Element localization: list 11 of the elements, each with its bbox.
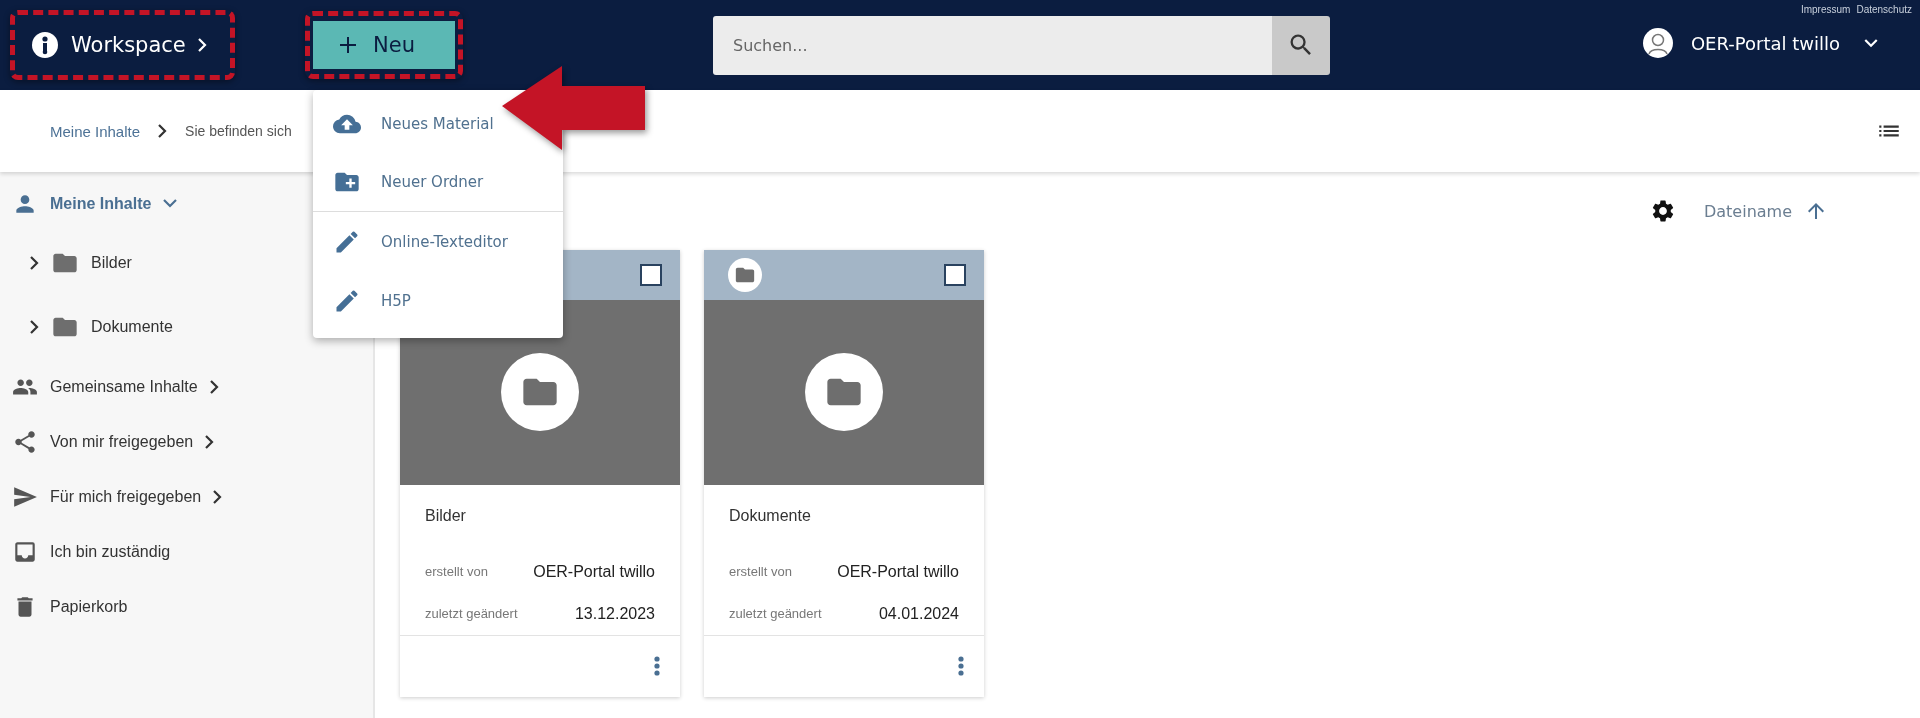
card-title: Bilder [425,506,467,525]
meta-label: zuletzt geändert [425,606,518,622]
card-title: Dokumente [729,506,812,525]
meta-label: zuletzt geändert [729,606,822,622]
meta-value: 13.12.2023 [574,604,655,623]
meta-value: OER-Portal twillo [837,562,959,581]
meta-value: 04.01.2024 [878,604,959,623]
meta-label: erstellt von [729,564,792,580]
meta-label: erstellt von [425,564,488,580]
meta-value: OER-Portal twillo [533,562,655,581]
breadcrumb-text: Sie befinden sich [185,123,292,139]
